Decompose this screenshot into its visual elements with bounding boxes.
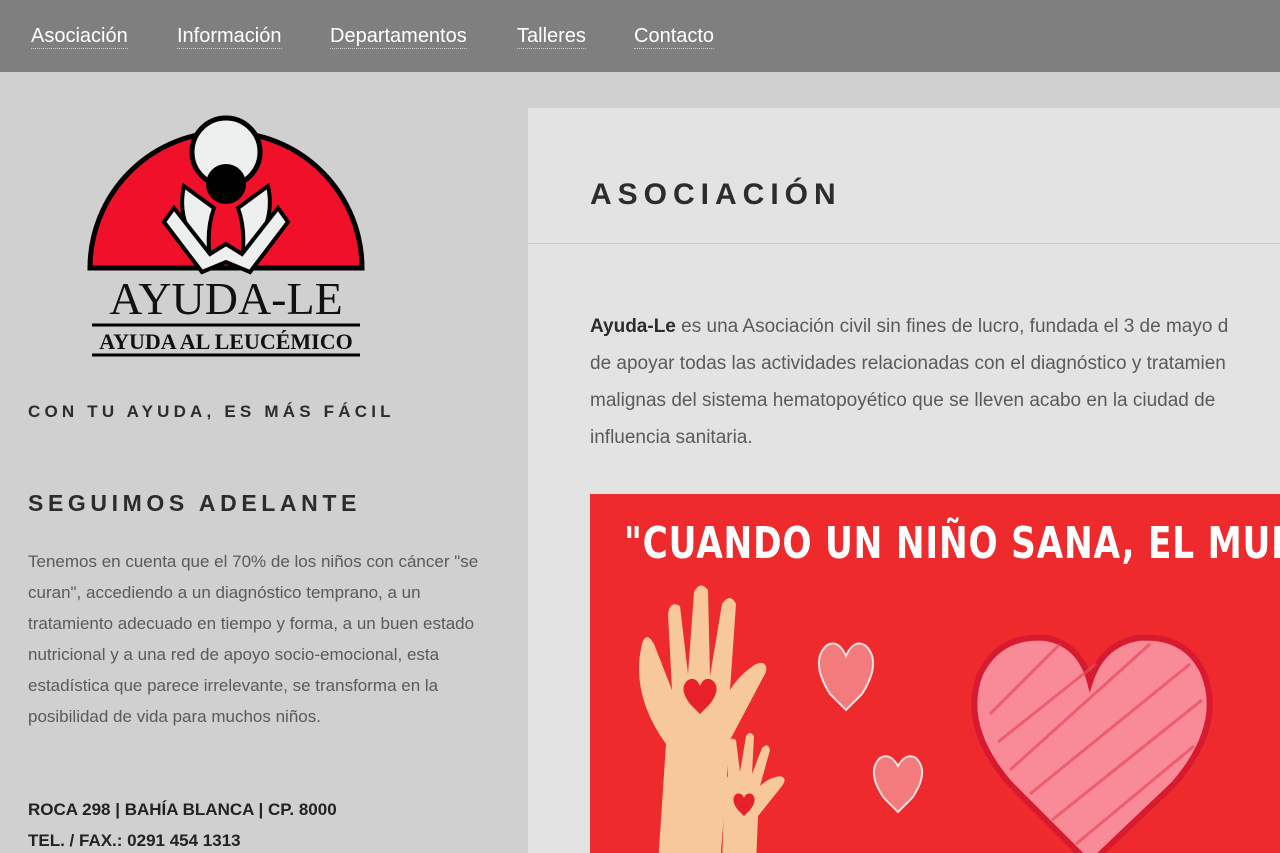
main-content: ASOCIACIÓN Ayuda-Le es una Asociación ci… (528, 108, 1280, 853)
title-divider (528, 243, 1280, 244)
heart-small-icon-2 (873, 755, 923, 814)
logo-figure-dot (206, 164, 246, 204)
campaign-banner[interactable]: "CUANDO UN NIÑO SANA, EL MUNDO (590, 494, 1280, 853)
intro-line-2: de apoyar todas las actividades relacion… (590, 353, 1226, 374)
sidebar-address: ROCA 298 | BAHÍA BLANCA | CP. 8000 (28, 800, 337, 819)
nav-link-departamentos[interactable]: Departamentos (330, 24, 467, 49)
nav-link-informacion[interactable]: Información (177, 24, 282, 49)
page-title: ASOCIACIÓN (590, 178, 842, 211)
banner-quote: "CUANDO UN NIÑO SANA, EL MUNDO (624, 518, 1280, 569)
nav-link-asociacion[interactable]: Asociación (31, 24, 128, 49)
nav-link-contacto[interactable]: Contacto (634, 24, 715, 49)
top-navigation: Asociación Información Departamentos Tal… (0, 0, 1280, 72)
sidebar-phone: TEL. / FAX.: 0291 454 1313 (28, 831, 241, 850)
sidebar-tagline: CON TU AYUDA, ES MÁS FÁCIL (28, 402, 395, 421)
nav-link-talleres[interactable]: Talleres (517, 24, 586, 49)
sidebar-section-title: SEGUIMOS ADELANTE (28, 490, 361, 516)
ayuda-le-logo[interactable]: AYUDA-LE AYUDA AL LEUCÉMICO (84, 112, 368, 358)
logo-wordmark: AYUDA-LE (109, 273, 342, 324)
intro-paragraph: Ayuda-Le es una Asociación civil sin fin… (590, 308, 1280, 456)
intro-line-3: malignas del sistema hematopoyético que … (590, 390, 1216, 411)
intro-brand: Ayuda-Le (590, 316, 676, 337)
sidebar-section-text: Tenemos en cuenta que el 70% de los niño… (28, 552, 479, 726)
intro-line-4: influencia sanitaria. (590, 427, 753, 448)
intro-line-1: es una Asociación civil sin fines de luc… (675, 316, 1229, 337)
heart-small-icon (818, 642, 874, 712)
sidebar: AYUDA-LE AYUDA AL LEUCÉMICO CON TU AYUDA… (0, 72, 528, 853)
logo-subtitle: AYUDA AL LEUCÉMICO (99, 329, 352, 354)
